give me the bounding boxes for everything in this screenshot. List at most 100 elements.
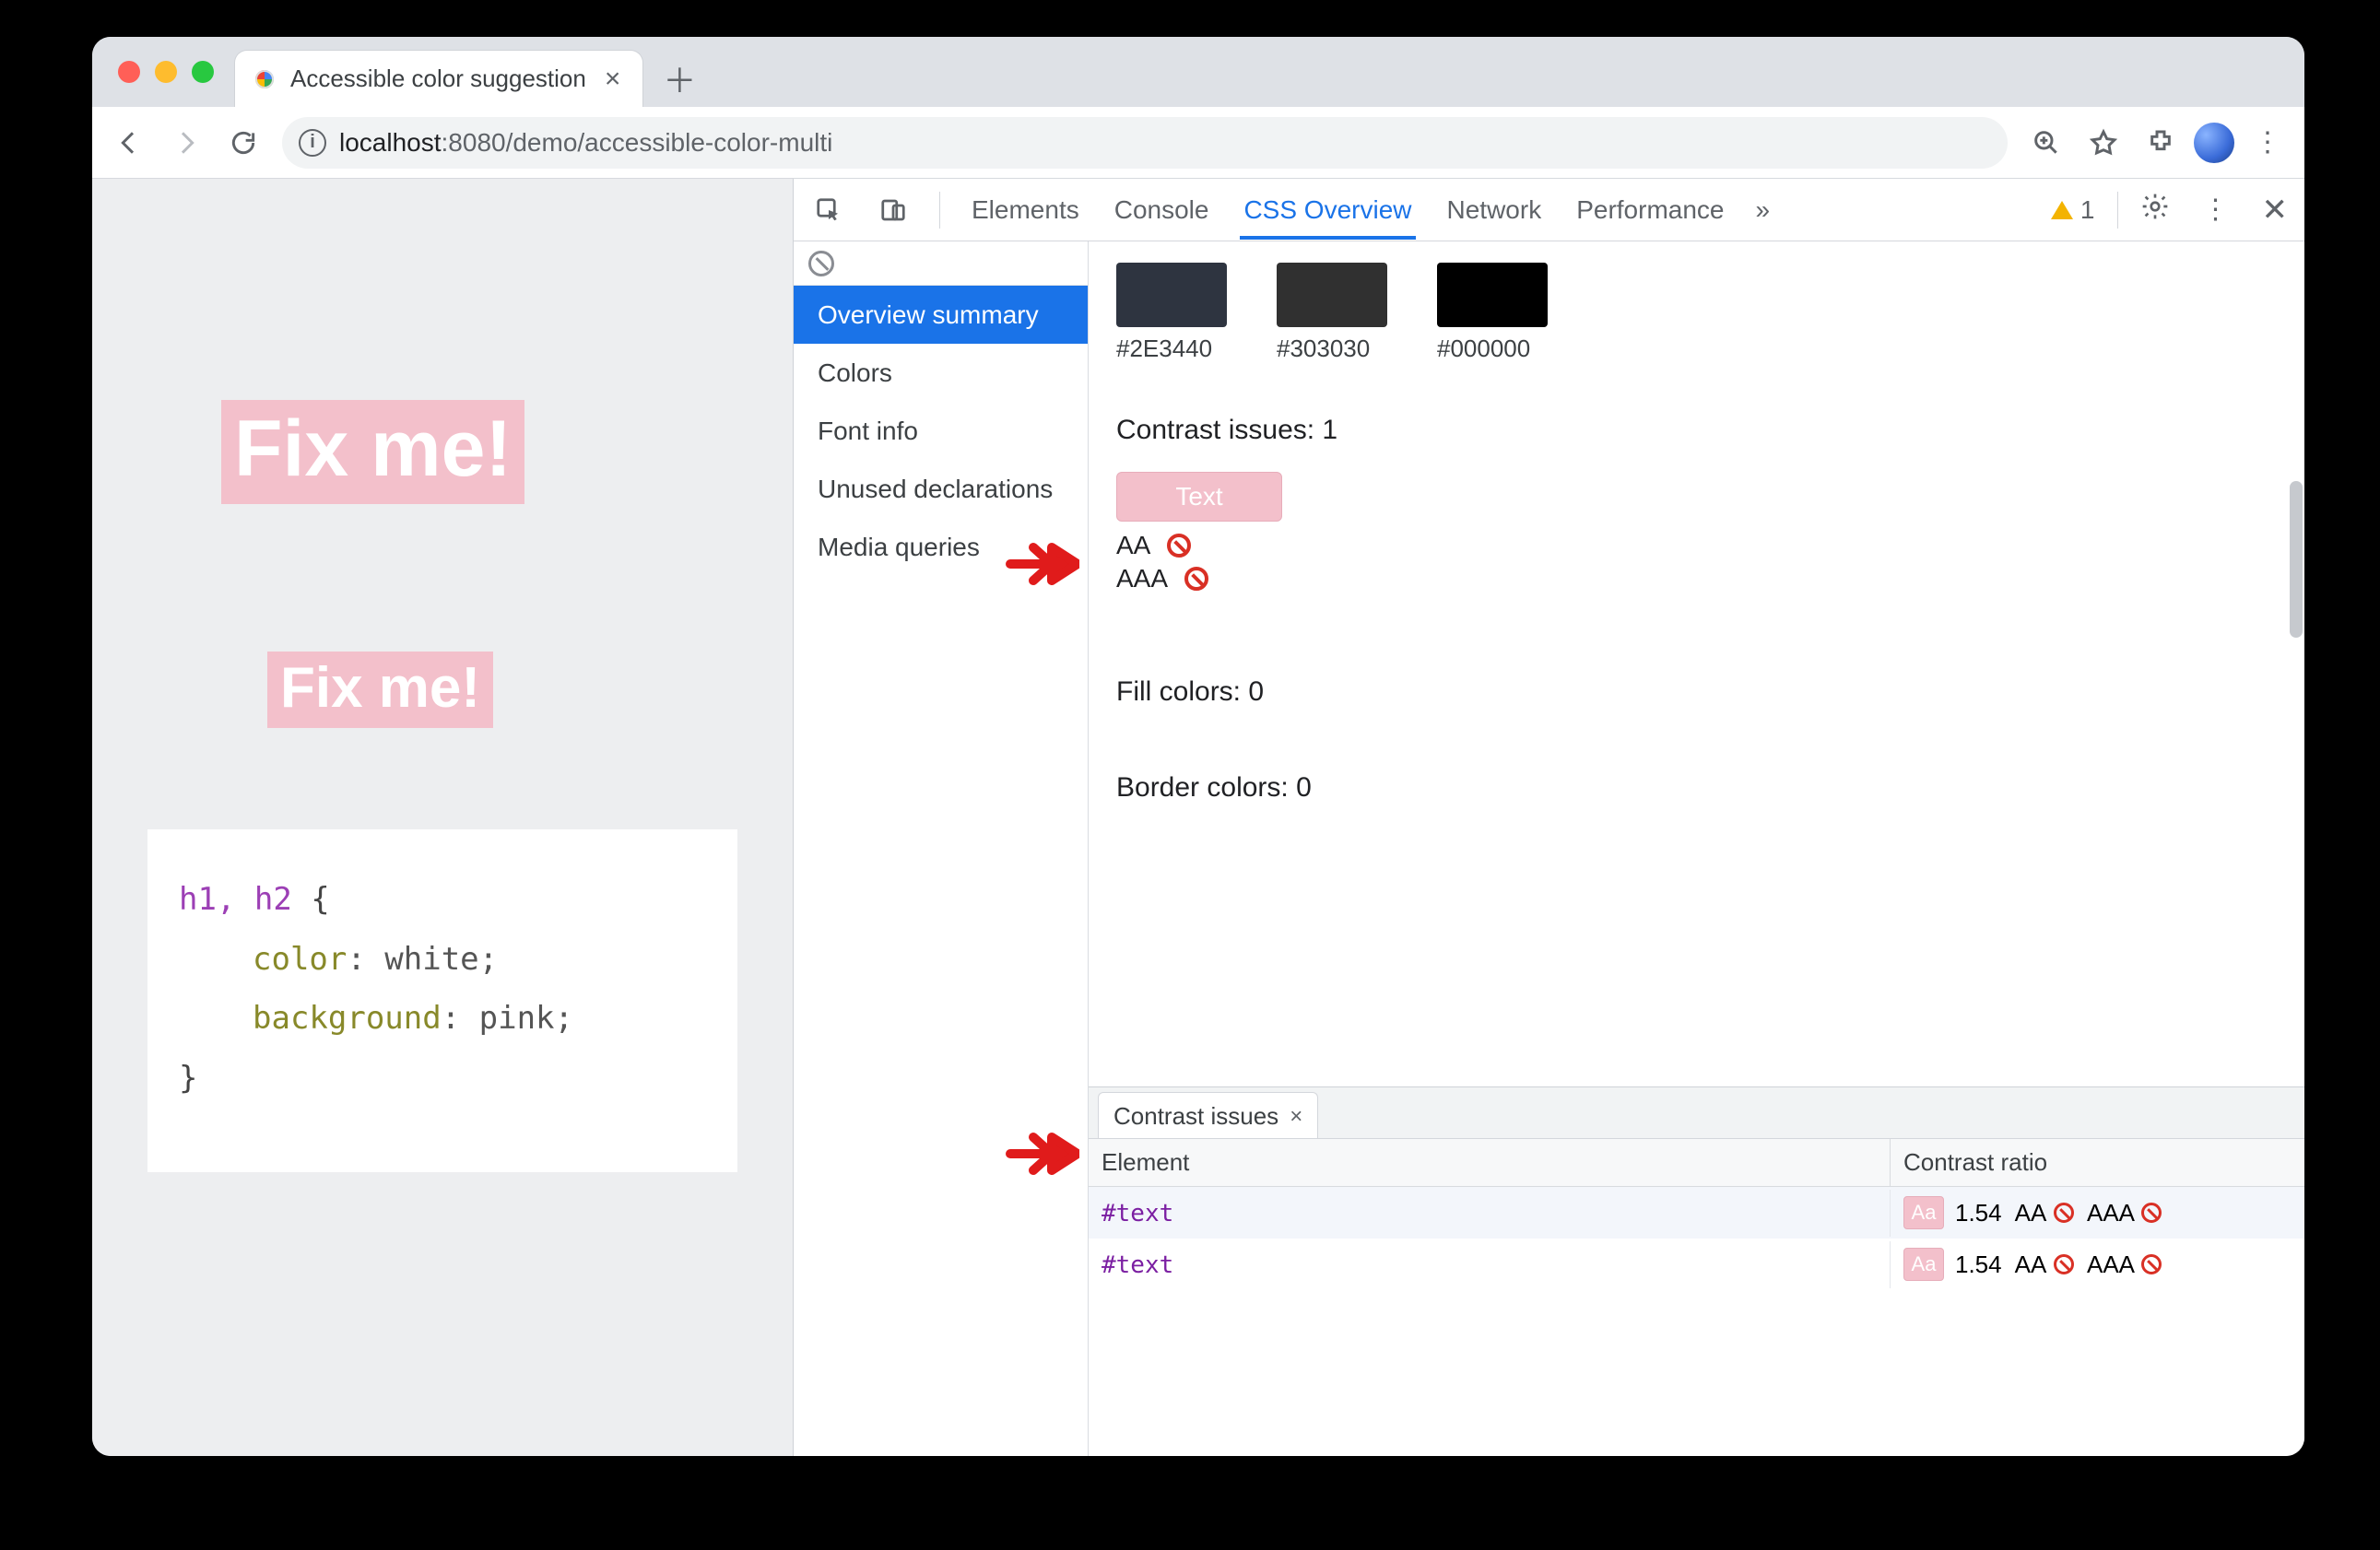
aaa-label: AAA (2087, 1199, 2135, 1227)
forward-button[interactable] (162, 119, 210, 167)
reload-button[interactable] (219, 119, 267, 167)
col-header-element[interactable]: Element (1089, 1139, 1891, 1186)
contrast-ratio-value: 1.54 (1955, 1251, 2002, 1279)
annotation-arrow (1006, 1126, 1079, 1181)
tab-network[interactable]: Network (1443, 181, 1546, 240)
contrast-preview-chip: Aa (1903, 1196, 1944, 1229)
browser-tab-strip: Accessible color suggestion × ＋ (92, 37, 2304, 107)
browser-menu-button[interactable]: ⋮ (2244, 119, 2292, 167)
fail-icon (2141, 1254, 2162, 1274)
annotation-arrow (1006, 536, 1079, 592)
border-colors-heading: Border colors: 0 (1116, 772, 2277, 804)
devtools-drawer: Contrast issues × Element Contrast ratio… (1089, 1086, 2304, 1456)
contrast-ratio-value: 1.54 (1955, 1199, 2002, 1227)
extensions-icon[interactable] (2137, 119, 2185, 167)
page-heading-h2: Fix me! (267, 652, 493, 728)
sidebar-item-unused[interactable]: Unused declarations (794, 460, 1088, 518)
contrast-row[interactable]: #text Aa 1.54 AA AAA (1089, 1187, 2304, 1239)
devtools-tab-bar: Elements Console CSS Overview Network Pe… (794, 179, 2304, 241)
aa-label: AA (2015, 1199, 2047, 1227)
tab-close-button[interactable]: × (599, 65, 627, 93)
fail-icon (2054, 1254, 2074, 1274)
window-maximize-button[interactable] (192, 61, 214, 83)
color-label-2: #000000 (1437, 335, 1548, 363)
profile-avatar[interactable] (2194, 123, 2234, 163)
url-text: localhost:8080/demo/accessible-color-mul… (339, 128, 832, 158)
tab-css-overview[interactable]: CSS Overview (1240, 181, 1415, 240)
color-swatch-303030[interactable] (1277, 263, 1387, 327)
code-brace-close: } (179, 1060, 197, 1097)
sidebar-item-font[interactable]: Font info (794, 402, 1088, 460)
contrast-grid-header: Element Contrast ratio (1089, 1139, 2304, 1187)
aaa-label: AAA (2087, 1251, 2135, 1279)
drawer-tab-contrast-issues[interactable]: Contrast issues × (1098, 1092, 1318, 1138)
issues-count: 1 (2080, 195, 2095, 225)
drawer-tab-label: Contrast issues (1113, 1102, 1278, 1131)
tab-favicon (252, 66, 277, 92)
code-prop-color: color (179, 941, 347, 978)
url-host: localhost (339, 128, 442, 157)
fill-colors-heading: Fill colors: 0 (1116, 676, 2277, 708)
address-bar[interactable]: i localhost:8080/demo/accessible-color-m… (282, 117, 2008, 169)
browser-tab[interactable]: Accessible color suggestion × (234, 50, 643, 107)
drawer-tab-close-icon[interactable]: × (1290, 1104, 1302, 1130)
code-prop-background: background (179, 1000, 442, 1037)
contrast-preview-chip: Aa (1903, 1248, 1944, 1281)
tabs-overflow-button[interactable]: » (1756, 195, 1771, 225)
devtools-panel: Elements Console CSS Overview Network Pe… (793, 179, 2304, 1456)
code-selector: h1, h2 (179, 881, 292, 918)
issues-badge[interactable]: 1 (2051, 195, 2095, 225)
contrast-levels: AA AAA (1116, 531, 2277, 593)
page-viewport: Fix me! Fix me! h1, h2 { color: white; b… (92, 179, 793, 1456)
inspect-element-icon[interactable] (810, 192, 847, 229)
contrast-aaa-label: AAA (1116, 564, 1168, 593)
fail-icon (1167, 534, 1191, 558)
new-tab-button[interactable]: ＋ (654, 53, 704, 103)
window-controls (118, 61, 214, 83)
contrast-chip[interactable]: Text (1116, 472, 1282, 522)
browser-toolbar: i localhost:8080/demo/accessible-color-m… (92, 107, 2304, 179)
devtools-close-button[interactable]: ✕ (2262, 192, 2289, 229)
tab-title: Accessible color suggestion (290, 65, 586, 93)
warning-icon (2051, 201, 2073, 219)
element-node: #text (1102, 1251, 1173, 1279)
back-button[interactable] (105, 119, 153, 167)
color-swatch-000000[interactable] (1437, 263, 1548, 327)
tab-elements[interactable]: Elements (968, 181, 1083, 240)
contrast-issues-heading: Contrast issues: 1 (1116, 415, 2277, 446)
window-minimize-button[interactable] (155, 61, 177, 83)
color-label-1: #303030 (1277, 335, 1387, 363)
fail-icon (1184, 567, 1208, 591)
sidebar-clear-button[interactable] (794, 241, 1088, 286)
css-overview-main: #FFFFFF #ABA800 #AD00A1 #4C566A #2E3440 … (1089, 241, 2304, 1086)
sidebar-item-colors[interactable]: Colors (794, 344, 1088, 402)
zoom-icon[interactable] (2022, 119, 2070, 167)
tab-performance[interactable]: Performance (1573, 181, 1727, 240)
page-heading-h1: Fix me! (221, 400, 524, 504)
devtools-settings-icon[interactable] (2140, 192, 2170, 228)
contrast-row[interactable]: #text Aa 1.54 AA AAA (1089, 1239, 2304, 1290)
page-code-block: h1, h2 { color: white; background: pink;… (147, 829, 737, 1172)
color-swatch-2e3440[interactable] (1116, 263, 1227, 327)
css-overview-sidebar: Overview summary Colors Font info Unused… (794, 241, 1089, 1456)
tab-console[interactable]: Console (1111, 181, 1213, 240)
site-info-icon[interactable]: i (299, 129, 326, 157)
fail-icon (2141, 1203, 2162, 1223)
element-node: #text (1102, 1200, 1173, 1227)
code-brace-open: { (292, 881, 330, 918)
aa-label: AA (2015, 1251, 2047, 1279)
scrollbar-thumb[interactable] (2290, 481, 2303, 638)
fail-icon (2054, 1203, 2074, 1223)
device-toolbar-icon[interactable] (875, 192, 912, 229)
code-val-color: : white; (347, 941, 498, 978)
devtools-menu-button[interactable]: ⋮ (2192, 186, 2240, 234)
sidebar-item-overview[interactable]: Overview summary (794, 286, 1088, 344)
clear-icon (808, 251, 834, 276)
url-path: :8080/demo/accessible-color-multi (442, 128, 833, 157)
col-header-ratio[interactable]: Contrast ratio (1891, 1139, 2304, 1186)
window-close-button[interactable] (118, 61, 140, 83)
bookmark-star-icon[interactable] (2080, 119, 2127, 167)
color-label-0: #2E3440 (1116, 335, 1227, 363)
contrast-grid-body: #text Aa 1.54 AA AAA #text (1089, 1187, 2304, 1456)
code-val-background: : pink; (442, 1000, 573, 1037)
